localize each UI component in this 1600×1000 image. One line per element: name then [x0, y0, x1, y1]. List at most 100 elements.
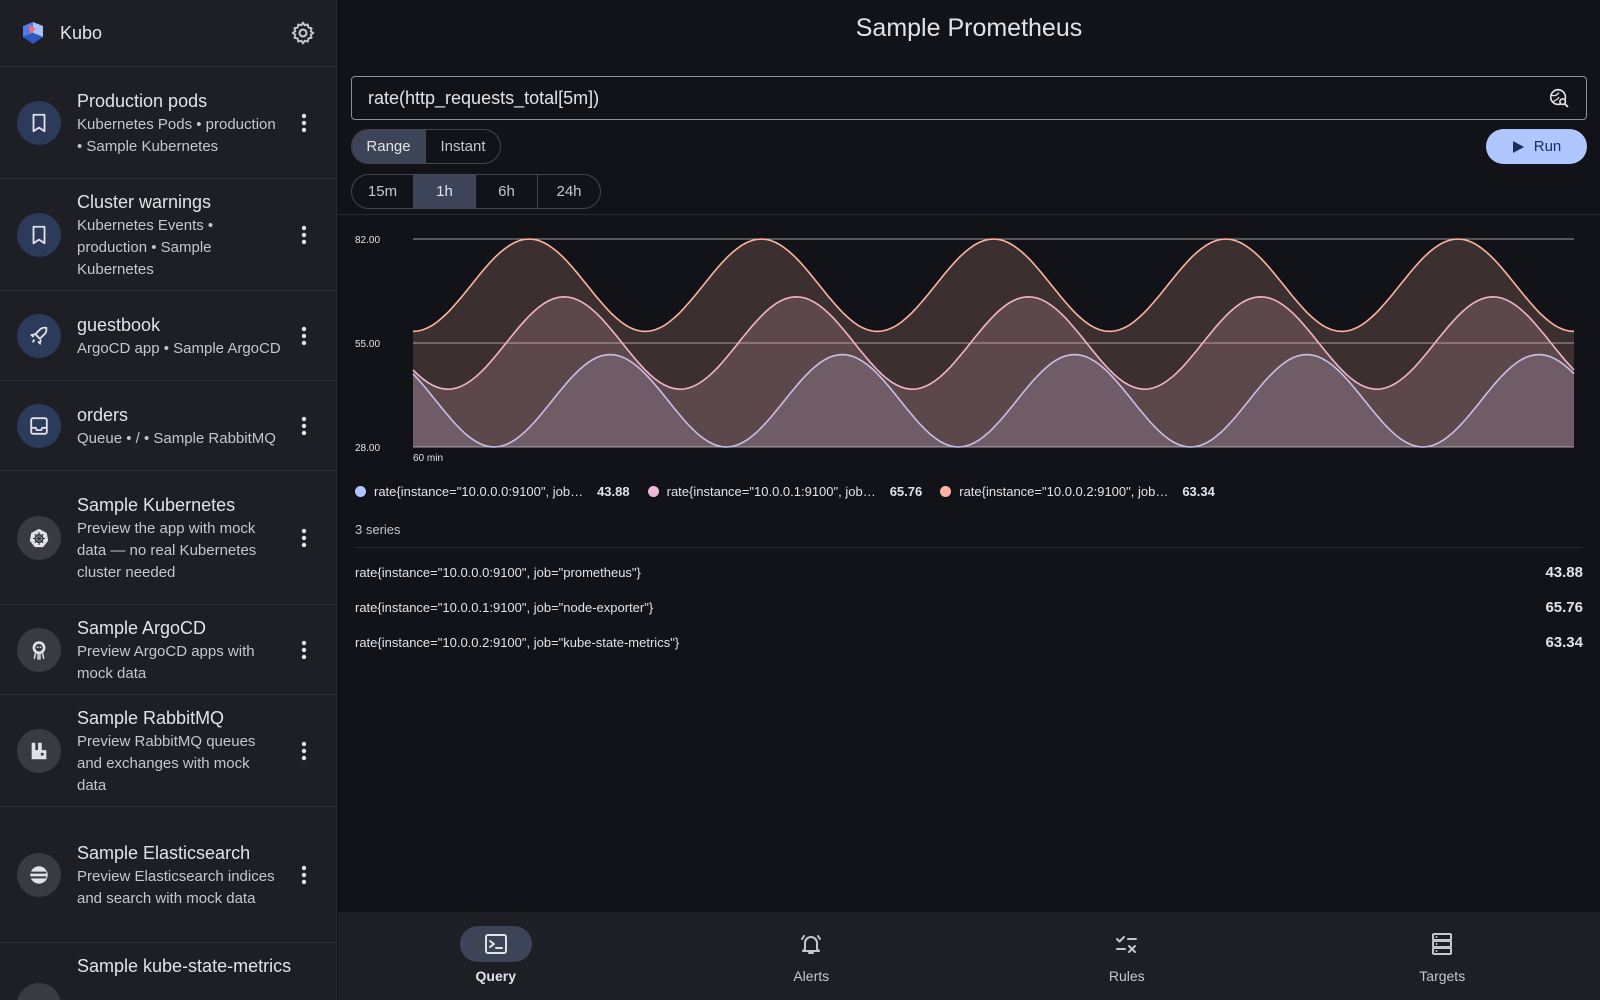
- metrics-chart: 82.00 55.00 28.00 60 min: [355, 235, 1575, 464]
- sidebar-item-orders[interactable]: orders Queue • / • Sample RabbitMQ: [0, 381, 336, 471]
- nav-alerts[interactable]: Alerts: [654, 912, 970, 1000]
- time-range-segmented-control: 15m 1h 6h 24h: [351, 174, 601, 209]
- series-value: 43.88: [1545, 564, 1583, 581]
- sidebar-item-guestbook[interactable]: guestbook ArgoCD app • Sample ArgoCD: [0, 291, 336, 381]
- sidebar-item-sample-argocd[interactable]: Sample ArgoCD Preview ArgoCD apps with m…: [0, 605, 336, 695]
- bottom-navigation: Query Alerts Rules Targets: [338, 912, 1600, 1000]
- legend-dot: [647, 486, 659, 497]
- query-text: rate(http_requests_total[5m]): [368, 87, 600, 108]
- more-vert-icon[interactable]: [292, 223, 316, 247]
- sidebar-header: Kubo: [0, 0, 336, 67]
- nav-label: Query: [475, 968, 516, 984]
- x-tick-label: 60 min: [413, 453, 443, 464]
- legend-item[interactable]: rate{instance="10.0.0.0:9100", job… 43.8…: [355, 484, 630, 499]
- series-row[interactable]: rate{instance="10.0.0.2:9100", job="kube…: [355, 634, 1583, 651]
- sidebar-item-cluster-warnings[interactable]: Cluster warnings Kubernetes Events • pro…: [0, 179, 336, 291]
- more-vert-icon[interactable]: [292, 324, 316, 348]
- legend-label: rate{instance="10.0.0.1:9100", job…: [666, 484, 876, 499]
- mode-instant-button[interactable]: Instant: [426, 130, 500, 163]
- kubo-logo-icon: [23, 22, 43, 44]
- sidebar-item-production-pods[interactable]: Production pods Kubernetes Pods • produc…: [0, 67, 336, 179]
- elasticsearch-icon: [17, 852, 61, 897]
- y-tick-label: 82.00: [355, 235, 380, 246]
- rules-icon: [1115, 936, 1137, 953]
- sidebar-item-subtitle: ArgoCD app • Sample ArgoCD: [77, 339, 281, 357]
- legend-value: 43.88: [597, 484, 630, 499]
- sidebar-item-subtitle: Preview the app with mock data — no real…: [77, 519, 257, 581]
- sidebar-item-sample-rabbitmq[interactable]: Sample RabbitMQ Preview RabbitMQ queues …: [0, 695, 336, 807]
- legend-dot: [355, 486, 366, 497]
- more-vert-icon[interactable]: [292, 863, 316, 887]
- legend-value: 63.34: [1182, 484, 1215, 499]
- legend-value: 65.76: [889, 484, 923, 499]
- series-count: 3 series: [355, 522, 401, 537]
- sidebar-item-title: Sample Elasticsearch: [77, 842, 251, 863]
- sidebar-item-sample-kubernetes[interactable]: Sample Kubernetes Preview the app with m…: [0, 471, 336, 605]
- series-value: 65.76: [1545, 599, 1583, 616]
- sidebar-item-title: Sample RabbitMQ: [77, 707, 225, 728]
- series-row[interactable]: rate{instance="10.0.0.0:9100", job="prom…: [355, 564, 1583, 581]
- mode-range-button[interactable]: Range: [352, 130, 426, 163]
- metrics-icon: [17, 983, 61, 1000]
- run-label: Run: [1533, 138, 1562, 155]
- sidebar-item-sample-kube-state-metrics[interactable]: Sample kube-state-metrics: [0, 943, 336, 1000]
- bookmark-icon: [17, 100, 61, 145]
- series-row[interactable]: rate{instance="10.0.0.1:9100", job="node…: [355, 599, 1583, 616]
- y-tick-label: 55.00: [355, 339, 380, 350]
- mode-segmented-control: Range Instant: [351, 129, 501, 164]
- app-name: Kubo: [60, 22, 103, 43]
- nav-rules[interactable]: Rules: [969, 912, 1285, 1000]
- sidebar-item-title: Sample Kubernetes: [77, 494, 236, 515]
- divider: [355, 547, 1583, 548]
- sidebar-item-title: Cluster warnings: [77, 191, 212, 212]
- nav-label: Alerts: [793, 968, 830, 984]
- sidebar-item-title: Sample kube-state-metrics: [77, 956, 292, 976]
- range-1h-button[interactable]: 1h: [414, 175, 476, 208]
- bell-icon: [801, 935, 822, 954]
- nav-label: Rules: [1108, 968, 1145, 984]
- series-label: rate{instance="10.0.0.1:9100", job="node…: [355, 600, 654, 615]
- legend-dot: [940, 486, 952, 497]
- nav-label: Targets: [1419, 968, 1466, 984]
- more-vert-icon[interactable]: [292, 414, 316, 438]
- sidebar-item-title: Sample ArgoCD: [77, 617, 207, 638]
- chart-legend: rate{instance="10.0.0.0:9100", job… 43.8…: [355, 484, 1215, 499]
- sidebar-item-title: guestbook: [77, 314, 161, 335]
- play-icon: [1512, 140, 1524, 153]
- query-input[interactable]: rate(http_requests_total[5m]): [351, 76, 1587, 120]
- sidebar-item-subtitle: Kubernetes Events • production • Sample …: [77, 216, 214, 278]
- legend-item[interactable]: rate{instance="10.0.0.2:9100", job… 63.3…: [940, 484, 1215, 499]
- sidebar-item-subtitle: Kubernetes Pods • production • Sample Ku…: [77, 115, 276, 155]
- sidebar-item-subtitle: Queue • / • Sample RabbitMQ: [77, 429, 276, 447]
- more-vert-icon[interactable]: [292, 526, 316, 550]
- series-label: rate{instance="10.0.0.2:9100", job="kube…: [355, 635, 680, 650]
- range-24h-button[interactable]: 24h: [538, 175, 600, 208]
- page-title: Sample Prometheus: [855, 14, 1083, 42]
- legend-item[interactable]: rate{instance="10.0.0.1:9100", job… 65.7…: [647, 484, 923, 499]
- bookmark-icon: [17, 212, 61, 257]
- more-vert-icon[interactable]: [292, 739, 316, 763]
- divider: [338, 214, 1600, 215]
- series-label: rate{instance="10.0.0.0:9100", job="prom…: [355, 565, 641, 580]
- y-tick-label: 28.00: [355, 443, 380, 454]
- sidebar-item-title: Production pods: [77, 90, 208, 111]
- gear-icon[interactable]: [290, 20, 316, 46]
- sidebar-item-subtitle: Preview Elasticsearch indices and search…: [77, 867, 275, 907]
- kubernetes-helm-icon: [17, 515, 61, 560]
- range-15m-button[interactable]: 15m: [352, 175, 414, 208]
- legend-label: rate{instance="10.0.0.0:9100", job…: [374, 484, 584, 499]
- rabbitmq-icon: [17, 728, 61, 773]
- sidebar-item-sample-elasticsearch[interactable]: Sample Elasticsearch Preview Elasticsear…: [0, 807, 336, 943]
- range-6h-button[interactable]: 6h: [476, 175, 538, 208]
- more-vert-icon[interactable]: [292, 638, 316, 662]
- run-button[interactable]: Run: [1486, 129, 1587, 164]
- nav-query[interactable]: Query: [338, 912, 654, 1000]
- more-vert-icon[interactable]: [292, 111, 316, 135]
- series-value: 63.34: [1545, 634, 1583, 651]
- sidebar-item-subtitle: Preview RabbitMQ queues and exchanges wi…: [77, 732, 256, 794]
- nav-targets[interactable]: Targets: [1285, 912, 1600, 1000]
- rocket-icon: [17, 313, 61, 358]
- sidebar-item-subtitle: Preview ArgoCD apps with mock data: [77, 642, 255, 682]
- storage-icon: [1432, 933, 1453, 955]
- explore-search-icon[interactable]: [1548, 87, 1570, 109]
